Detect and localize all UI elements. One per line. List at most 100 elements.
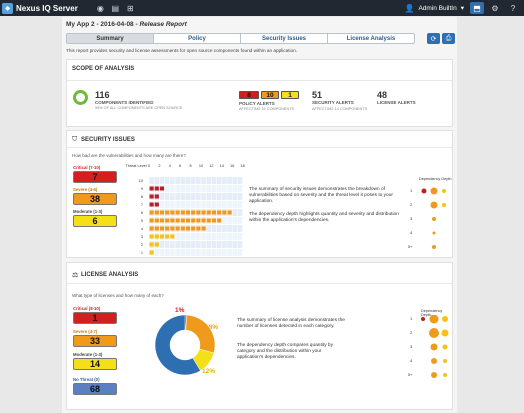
reports-icon[interactable]: ▤ — [111, 4, 120, 13]
refresh-icon[interactable]: ⟳ — [427, 33, 440, 44]
depth-bubble — [430, 187, 438, 195]
depth-bubble — [442, 316, 448, 322]
pct-critical-label: 1% — [175, 307, 185, 314]
threat-bar-segment — [217, 218, 222, 223]
depth-bubble — [443, 359, 447, 363]
threat-bar-segment — [191, 226, 196, 231]
threat-bar-segment — [149, 234, 154, 239]
dashboard-icon[interactable]: ◉ — [96, 4, 105, 13]
threat-bar-segment — [165, 210, 170, 215]
sec-severe-count[interactable]: 38 — [73, 193, 117, 205]
count-tick-label: 12 — [209, 164, 213, 168]
threat-bar-segment — [149, 194, 154, 199]
threat-bar-segment — [149, 226, 154, 231]
lic-nothreat-label: No Threat (0) — [73, 377, 100, 382]
threat-bar-segment — [159, 226, 165, 231]
sec-moderate-count[interactable]: 6 — [73, 215, 117, 227]
license-title: LICENSE ANALYSIS — [81, 272, 139, 278]
threat-bar-segment — [180, 218, 185, 223]
depth-bubble — [443, 373, 447, 377]
tab-license-analysis[interactable]: License Analysis — [328, 34, 414, 43]
help-icon[interactable]: ? — [506, 2, 520, 14]
gear-icon[interactable]: ⚙ — [488, 2, 502, 14]
tab-security-issues[interactable]: Security Issues — [241, 34, 328, 43]
threat-bar-segment — [211, 218, 217, 223]
threat-level-chart: Threat Level 0 2 4 6 8 10 12 14 16 18 10 9 8 7 6 5 4 3 2 1 — [125, 164, 245, 256]
user-name: Admin BuiltIn — [418, 4, 457, 12]
threat-bar-segment — [185, 210, 191, 215]
threat-bar-segment — [185, 218, 191, 223]
depth-bubble — [431, 372, 437, 378]
tab-summary[interactable]: Summary — [67, 34, 154, 43]
depth-bubble — [421, 317, 425, 321]
lic-critical-count[interactable]: 1 — [73, 312, 117, 324]
sec-critical-label: Critical (7-10) — [73, 165, 101, 170]
count-tick-label: 14 — [220, 164, 224, 168]
lic-critical-label: Critical (8-10) — [73, 306, 101, 311]
threat-bar-segment — [154, 186, 159, 191]
print-icon[interactable]: ⎙ — [442, 33, 455, 44]
components-label: COMPONENTS IDENTIFIED — [95, 100, 154, 105]
threat-bar-segment — [175, 210, 180, 215]
depth-label: 3 — [410, 216, 413, 221]
policy-sub: AFFECTING 10 COMPONENTS — [239, 107, 295, 111]
threat-bar-segment — [154, 234, 159, 239]
count-tick-label: 10 — [199, 164, 203, 168]
lic-moderate-count[interactable]: 14 — [73, 358, 117, 370]
lic-moderate-label: Moderate (1-3) — [73, 352, 103, 357]
threat-bar-segment — [170, 226, 175, 231]
depth-bubble — [432, 231, 436, 235]
sec-severe-label: Severe (4-6) — [73, 187, 98, 192]
scope-panel: SCOPE OF ANALYSIS 116 COMPONENTS IDENTIF… — [66, 59, 453, 127]
depth-bubble — [431, 358, 437, 364]
user-menu[interactable]: 👤 Admin BuiltIn ▾ — [404, 4, 464, 13]
threat-bar-segment — [196, 226, 201, 231]
depth-bubble — [429, 328, 439, 338]
count-tick-label: 16 — [230, 164, 234, 168]
threat-bar-segment — [154, 218, 159, 223]
depth-bubble — [421, 188, 427, 194]
threat-bar-segment — [206, 218, 211, 223]
depth-label: 4 — [410, 358, 413, 363]
threat-level-tick: 8 — [141, 195, 143, 199]
count-tick-label: 2 — [158, 164, 160, 168]
threat-bar-segment — [149, 242, 154, 247]
open-source-donut — [73, 90, 88, 105]
license-count: 48 — [377, 90, 388, 100]
depth-bubble — [432, 245, 436, 249]
organizations-icon[interactable]: ⊞ — [126, 4, 135, 13]
depth-bubble — [430, 343, 438, 351]
count-tick-label: 4 — [169, 164, 171, 168]
depth-bubble — [432, 217, 436, 221]
depth-label: 5+ — [408, 244, 413, 249]
tab-policy[interactable]: Policy — [154, 34, 241, 43]
count-tick-label: 18 — [240, 164, 244, 168]
app-title: Nexus IQ Server — [16, 3, 78, 13]
license-question: What type of licenses and how many of ea… — [72, 293, 164, 298]
sec-dependency-label: Dependency Depth — [419, 177, 452, 181]
reports-nav-icon[interactable]: ⬒ — [470, 2, 484, 14]
threat-bar-segment — [149, 250, 154, 255]
threat-bar-segment — [149, 202, 154, 207]
lic-severe-count[interactable]: 33 — [73, 335, 117, 347]
threat-level-tick: 10 — [139, 179, 143, 183]
scope-title: SCOPE OF ANALYSIS — [72, 66, 135, 72]
lic-nothreat-count[interactable]: 68 — [73, 383, 117, 395]
threat-bar-segment — [159, 186, 165, 191]
threat-bar-segment — [159, 210, 165, 215]
threat-bar-segment — [196, 210, 201, 215]
threat-bar-segment — [180, 210, 185, 215]
threat-bar-segment — [149, 186, 154, 191]
threat-bar-segment — [217, 210, 222, 215]
depth-label: 1 — [410, 316, 413, 321]
threat-bar-segment — [191, 218, 196, 223]
divider — [67, 283, 452, 284]
threat-bar-segment — [154, 226, 159, 231]
threat-bar-segment — [206, 210, 211, 215]
threat-level-axis-label: Threat Level — [125, 164, 146, 168]
app-logo[interactable]: ◆ Nexus IQ Server — [2, 2, 78, 14]
threat-bar-segment — [222, 210, 227, 215]
lic-severe-label: Severe (4-7) — [73, 329, 98, 334]
threat-level-tick: 4 — [141, 227, 143, 231]
sec-critical-count[interactable]: 7 — [73, 171, 117, 183]
